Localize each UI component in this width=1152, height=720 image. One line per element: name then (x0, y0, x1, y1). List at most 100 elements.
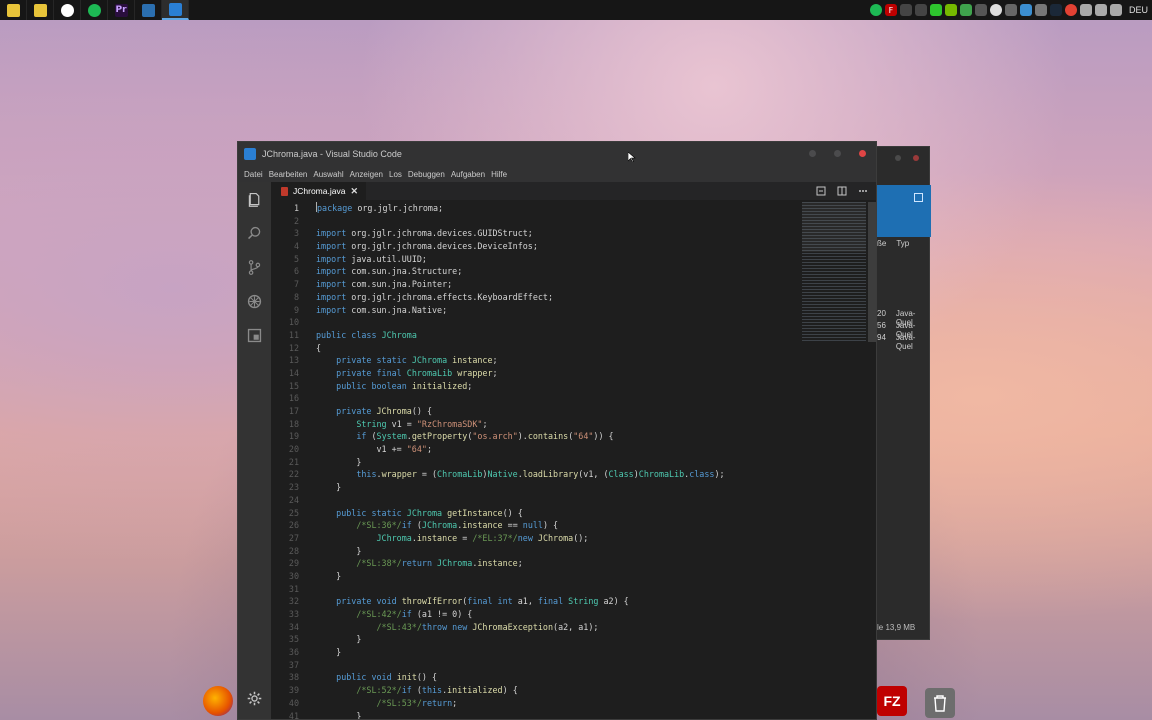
taskbar-app-folder[interactable] (27, 0, 54, 20)
taskbar-app-spotify[interactable] (81, 0, 108, 20)
code-editor[interactable]: 1 package org.jglr.jchroma; 2 3 import org.j… (271, 202, 800, 719)
vertical-scrollbar[interactable] (868, 202, 876, 342)
keyboard-tray-icon[interactable] (1109, 4, 1122, 16)
code-line[interactable]: 35 } (271, 633, 800, 646)
keepass-tray-icon[interactable] (1019, 4, 1032, 16)
menu-item-los[interactable]: Los (386, 170, 405, 179)
column-size[interactable]: ße (877, 239, 886, 255)
battery-tray-icon[interactable] (959, 4, 972, 16)
minimap-slider[interactable] (802, 202, 866, 252)
column-type[interactable]: Typ (896, 239, 909, 255)
chrome-tray-icon[interactable] (1064, 4, 1077, 16)
code-line[interactable]: 10 (271, 316, 800, 329)
code-line[interactable]: 41 } (271, 710, 800, 720)
recycle-bin-icon[interactable] (925, 688, 955, 718)
code-line[interactable]: 26 /*SL:36*/if (JChroma.instance == null… (271, 519, 800, 532)
code-line[interactable]: 40 /*SL:53*/return; (271, 697, 800, 710)
code-line[interactable]: 16 (271, 392, 800, 405)
code-line[interactable]: 14 private final ChromaLib wrapper; (271, 367, 800, 380)
minimize-icon[interactable] (895, 155, 901, 161)
more-actions-icon[interactable] (857, 185, 868, 196)
code-line[interactable]: 6 import com.sun.jna.Structure; (271, 265, 800, 278)
code-line[interactable]: 24 (271, 494, 800, 507)
nvidia-tray-icon[interactable] (944, 4, 957, 16)
menu-item-aufgaben[interactable]: Aufgaben (448, 170, 488, 179)
sync-tray-icon[interactable] (1004, 4, 1017, 16)
view-grid-icon[interactable] (914, 193, 923, 202)
code-line[interactable]: 2 (271, 215, 800, 228)
code-line[interactable]: 22 this.wrapper = (ChromaLib)Native.load… (271, 468, 800, 481)
code-line[interactable]: 3 import org.jglr.jchroma.devices.GUIDStr… (271, 227, 800, 240)
code-line[interactable]: 36 } (271, 646, 800, 659)
taskbar-app-vscode[interactable] (162, 0, 189, 20)
code-line[interactable]: 7 import com.sun.jna.Pointer; (271, 278, 800, 291)
search-button[interactable] (238, 216, 271, 250)
code-line[interactable]: 23 } (271, 481, 800, 494)
menu-item-bearbeiten[interactable]: Bearbeiten (266, 170, 311, 179)
split-editor-icon[interactable] (836, 185, 847, 196)
gamepad-tray-icon[interactable] (914, 4, 927, 16)
code-line[interactable]: 31 (271, 583, 800, 596)
menu-item-auswahl[interactable]: Auswahl (310, 170, 346, 179)
tab-close-icon[interactable]: ✕ (350, 186, 358, 197)
close-icon[interactable] (913, 155, 919, 161)
filezilla-tray-icon[interactable]: F (884, 4, 897, 16)
settings-button[interactable] (238, 681, 271, 715)
tab-jchroma-java[interactable]: JChroma.java ✕ (271, 182, 366, 200)
usb-tray-icon[interactable] (974, 4, 987, 16)
code-line[interactable]: 15 public boolean initialized; (271, 380, 800, 393)
code-line[interactable]: 33 /*SL:42*/if (a1 != 0) { (271, 608, 800, 621)
menu-item-anzeigen[interactable]: Anzeigen (347, 170, 386, 179)
code-line[interactable]: 30 } (271, 570, 800, 583)
code-line[interactable]: 39 /*SL:52*/if (this.initialized) { (271, 684, 800, 697)
code-line[interactable]: 8 import org.jglr.jchroma.effects.Keyboar… (271, 291, 800, 304)
code-line[interactable]: 18 String v1 = "RzChromaSDK"; (271, 418, 800, 431)
taskbar-app-app[interactable] (135, 0, 162, 20)
maximize-button[interactable] (834, 150, 841, 157)
code-line[interactable]: 29 /*SL:38*/return JChroma.instance; (271, 557, 800, 570)
code-line[interactable]: 4 import org.jglr.jchroma.devices.DeviceI… (271, 240, 800, 253)
cloud-tray-icon[interactable] (989, 4, 1002, 16)
open-changes-icon[interactable] (815, 185, 826, 196)
taskbar-app-premiere[interactable]: Pr (108, 0, 135, 20)
settings-tray-icon[interactable] (1034, 4, 1047, 16)
network-tray-icon[interactable] (1079, 4, 1092, 16)
code-line[interactable]: 25 public static JChroma getInstance() { (271, 507, 800, 520)
debug-button[interactable] (238, 284, 271, 318)
code-line[interactable]: 27 JChroma.instance = /*EL:37*/new JChro… (271, 532, 800, 545)
menu-item-datei[interactable]: Datei (241, 170, 266, 179)
code-line[interactable]: 32 private void throwIfError(final int a… (271, 595, 800, 608)
code-line[interactable]: 20 v1 += "64"; (271, 443, 800, 456)
explorer-row[interactable]: 94 Java-Quel (877, 333, 929, 351)
taskbar-app-mail[interactable] (54, 0, 81, 20)
taskbar-app-sticky[interactable] (0, 0, 27, 20)
filezilla-icon[interactable]: FZ (877, 686, 907, 716)
firefox-icon[interactable] (203, 686, 233, 716)
language-indicator[interactable]: DEU (1129, 5, 1148, 15)
code-line[interactable]: 37 (271, 659, 800, 672)
code-line[interactable]: 11 public class JChroma (271, 329, 800, 342)
extensions-button[interactable] (238, 318, 271, 352)
close-button[interactable] (859, 150, 866, 157)
spotify-tray-icon[interactable] (869, 4, 882, 16)
vscode-window[interactable]: JChroma.java - Visual Studio Code Datei B… (237, 141, 877, 720)
code-line[interactable]: 9 import com.sun.jna.Native; (271, 304, 800, 317)
vscode-titlebar[interactable]: JChroma.java - Visual Studio Code (238, 142, 876, 166)
code-line[interactable]: 21 } (271, 456, 800, 469)
code-line[interactable]: 1 package org.jglr.jchroma; (271, 202, 800, 215)
menu-item-debuggen[interactable]: Debuggen (405, 170, 448, 179)
code-line[interactable]: 13 private static JChroma instance; (271, 354, 800, 367)
code-line[interactable]: 17 private JChroma() { (271, 405, 800, 418)
code-line[interactable]: 38 public void init() { (271, 671, 800, 684)
code-line[interactable]: 5 import java.util.UUID; (271, 253, 800, 266)
explorer-button[interactable] (238, 182, 271, 216)
code-line[interactable]: 19 if (System.getProperty("os.arch").con… (271, 430, 800, 443)
volume-tray-icon[interactable] (1094, 4, 1107, 16)
discord-tray-icon[interactable] (899, 4, 912, 16)
code-line[interactable]: 34 /*SL:43*/throw new JChromaException(a… (271, 621, 800, 634)
razer-tray-icon[interactable] (929, 4, 942, 16)
source-control-button[interactable] (238, 250, 271, 284)
minimize-button[interactable] (809, 150, 816, 157)
code-line[interactable]: 28 } (271, 545, 800, 558)
steam-tray-icon[interactable] (1049, 4, 1062, 16)
